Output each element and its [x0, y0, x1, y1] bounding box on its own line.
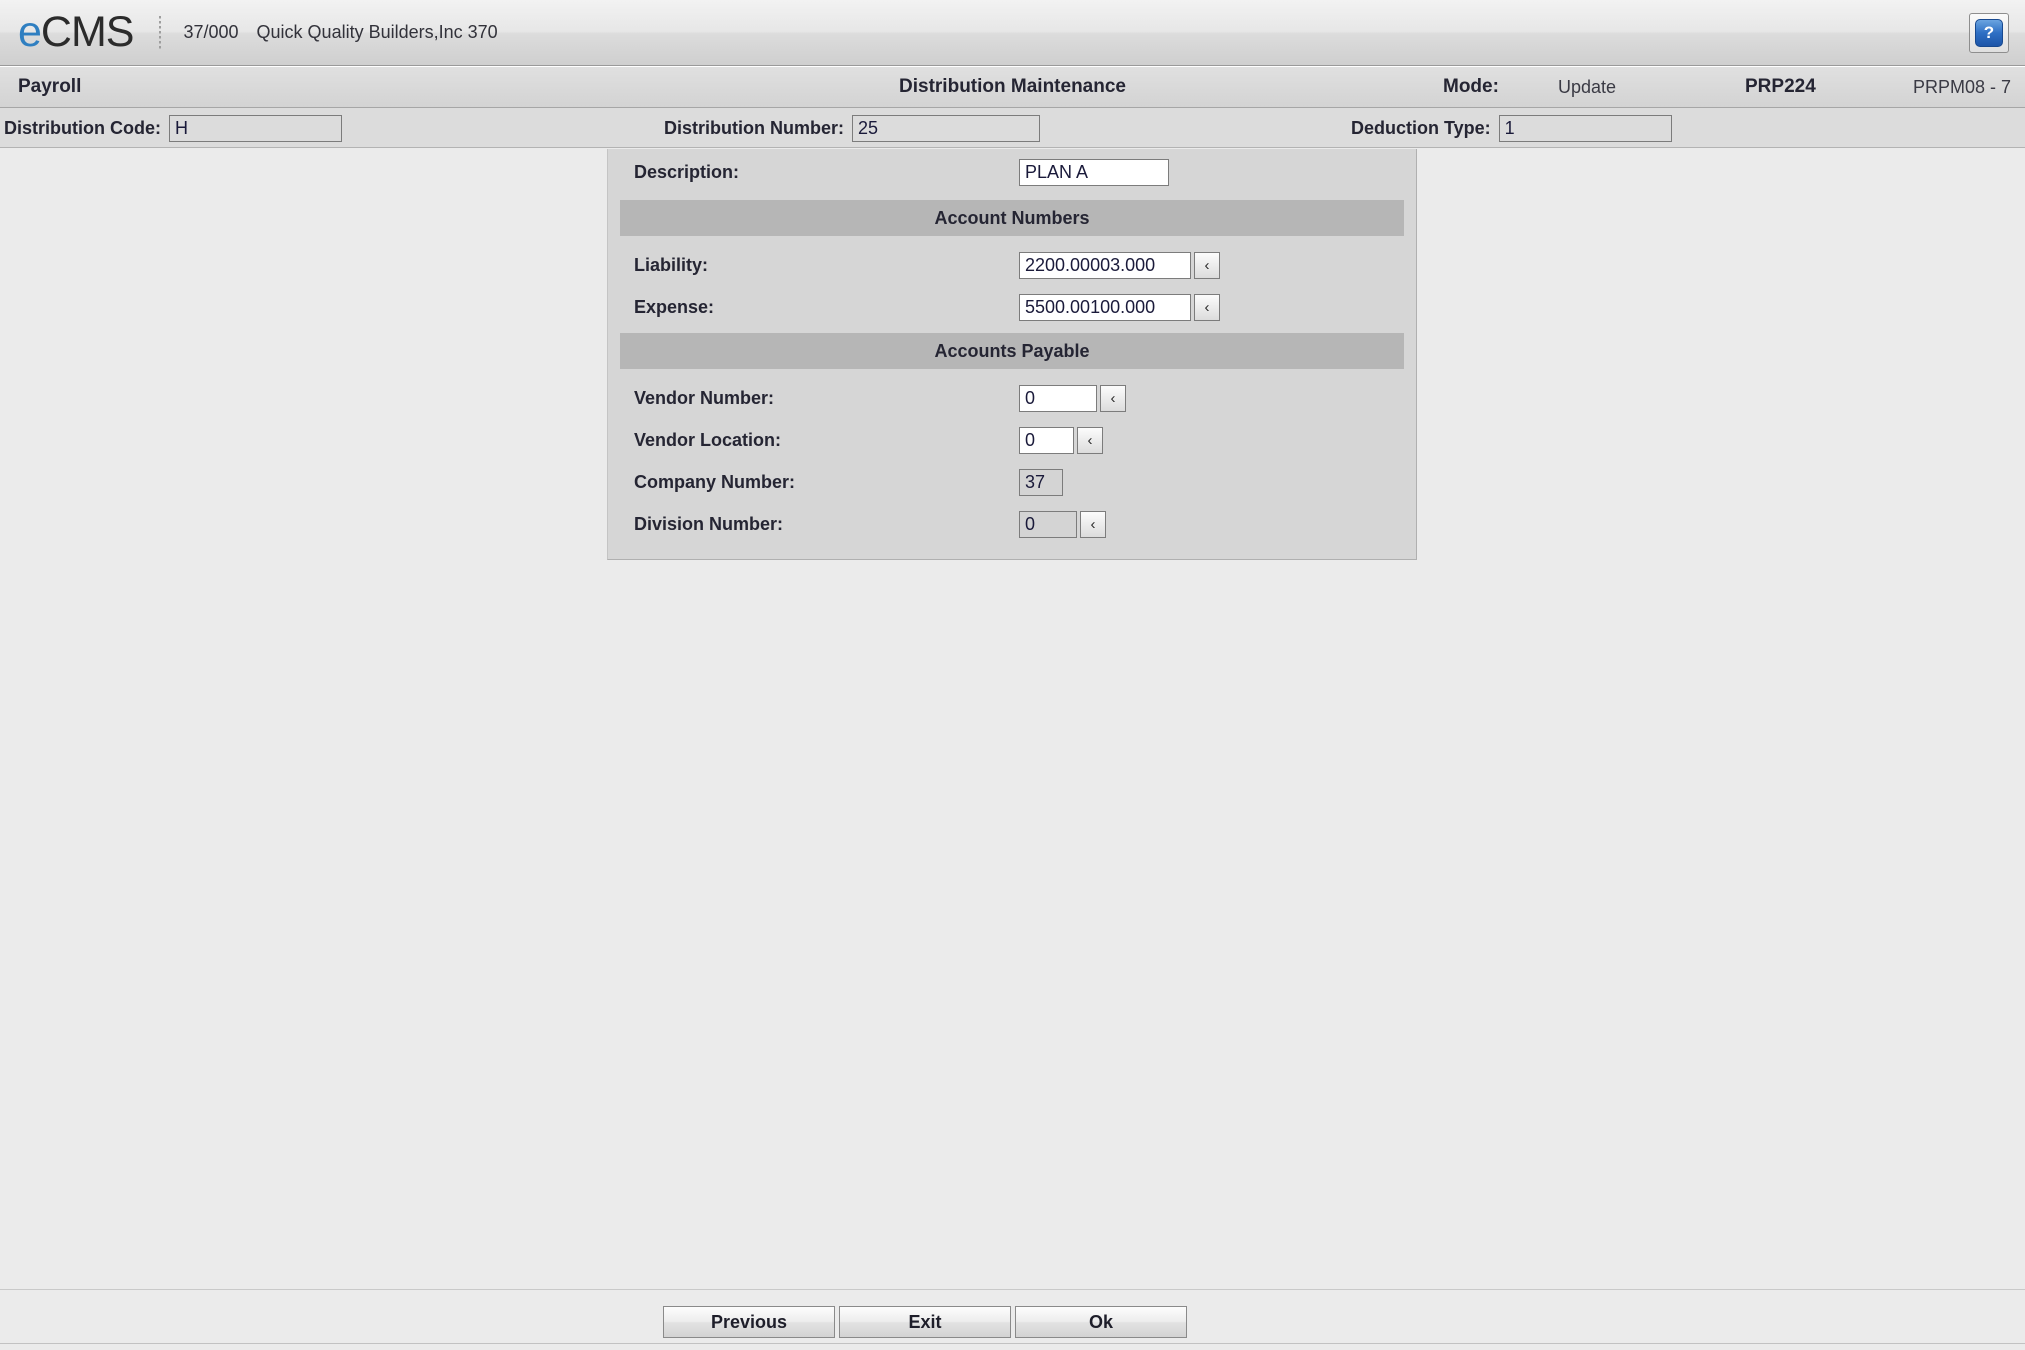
vendor-number-input[interactable]: [1019, 384, 1097, 412]
screen-id: PRPM08 - 7: [1912, 76, 2011, 97]
module-name: Payroll: [18, 76, 82, 97]
distribution-number-label: Distribution Number:: [664, 117, 844, 138]
section-header-account-numbers: Account Numbers: [620, 200, 1404, 236]
company-number-input: [1019, 468, 1063, 496]
help-button[interactable]: ?: [1969, 12, 2009, 53]
deduction-type-field-group: Deduction Type:: [1351, 108, 1672, 148]
company-number-label: Company Number:: [634, 471, 796, 492]
division-number-input[interactable]: [1019, 510, 1077, 538]
liability-label: Liability:: [634, 254, 709, 275]
vendor-number-row: Vendor Number: ‹: [608, 377, 1416, 419]
expense-lookup-chevron-left-icon[interactable]: ‹: [1194, 293, 1220, 321]
company-name: Quick Quality Builders,Inc 370: [256, 22, 498, 42]
ok-button[interactable]: Ok: [1015, 1306, 1187, 1338]
help-question-icon: ?: [1975, 18, 2003, 47]
company-number: 37/000: [183, 22, 239, 42]
section-header-accounts-payable: Accounts Payable: [620, 333, 1404, 369]
division-number-lookup-chevron-left-icon[interactable]: ‹: [1080, 510, 1106, 538]
vendor-number-lookup-chevron-left-icon[interactable]: ‹: [1100, 384, 1126, 412]
expense-input[interactable]: [1019, 293, 1191, 321]
logo-text-cms: CMS: [40, 8, 135, 56]
description-label: Description:: [634, 161, 740, 182]
footer-divider: [0, 1343, 2025, 1344]
vendor-number-label: Vendor Number:: [634, 387, 775, 408]
screen-title-bar: Payroll Distribution Maintenance Mode: U…: [0, 66, 2025, 108]
logo-letter-e: e: [18, 8, 42, 56]
deduction-type-label: Deduction Type:: [1351, 117, 1491, 138]
footer-button-bar: Previous Exit Ok: [0, 1289, 2025, 1350]
deduction-type-input[interactable]: [1498, 114, 1672, 142]
description-row: Description:: [608, 149, 1416, 195]
vendor-location-row: Vendor Location: ‹: [608, 419, 1416, 461]
division-number-field-group: ‹: [1019, 510, 1106, 538]
expense-label: Expense:: [634, 296, 715, 317]
vendor-location-lookup-chevron-left-icon[interactable]: ‹: [1077, 426, 1103, 454]
application-brand-bar: eCMS 37/000 Quick Quality Builders,Inc 3…: [0, 0, 2025, 66]
liability-field-group: ‹: [1019, 251, 1220, 279]
vendor-location-field-group: ‹: [1019, 426, 1103, 454]
brand-separator: [159, 15, 162, 50]
liability-input[interactable]: [1019, 251, 1191, 279]
distribution-code-label: Distribution Code:: [4, 117, 161, 138]
distribution-number-input[interactable]: [852, 114, 1040, 142]
distribution-code-field-group: Distribution Code:: [4, 108, 342, 148]
previous-button[interactable]: Previous: [663, 1306, 835, 1338]
program-id: PRP224: [1745, 76, 1816, 97]
liability-lookup-chevron-left-icon[interactable]: ‹: [1194, 251, 1220, 279]
division-number-label: Division Number:: [634, 513, 784, 534]
vendor-location-label: Vendor Location:: [634, 429, 782, 450]
division-number-row: Division Number: ‹: [608, 503, 1416, 545]
company-number-row: Company Number:: [608, 461, 1416, 503]
footer-button-group: Previous Exit Ok: [663, 1306, 1187, 1338]
description-input[interactable]: [1019, 158, 1169, 186]
ecms-logo: eCMS: [18, 8, 135, 56]
expense-row: Expense: ‹: [608, 286, 1416, 328]
mode-value: Update: [1558, 76, 1617, 97]
liability-row: Liability: ‹: [608, 244, 1416, 286]
key-fields-bar: Distribution Code: Distribution Number: …: [0, 108, 2025, 148]
expense-field-group: ‹: [1019, 293, 1220, 321]
vendor-location-input[interactable]: [1019, 426, 1074, 454]
page-title: Distribution Maintenance: [899, 76, 1126, 97]
distribution-maintenance-panel: Description: Account Numbers Liability: …: [607, 149, 1417, 560]
vendor-number-field-group: ‹: [1019, 384, 1126, 412]
mode-label: Mode:: [1443, 76, 1499, 97]
main-content-area: Description: Account Numbers Liability: …: [0, 149, 2025, 1290]
distribution-code-input[interactable]: [168, 114, 342, 142]
exit-button[interactable]: Exit: [839, 1306, 1011, 1338]
distribution-number-field-group: Distribution Number:: [664, 108, 1040, 148]
